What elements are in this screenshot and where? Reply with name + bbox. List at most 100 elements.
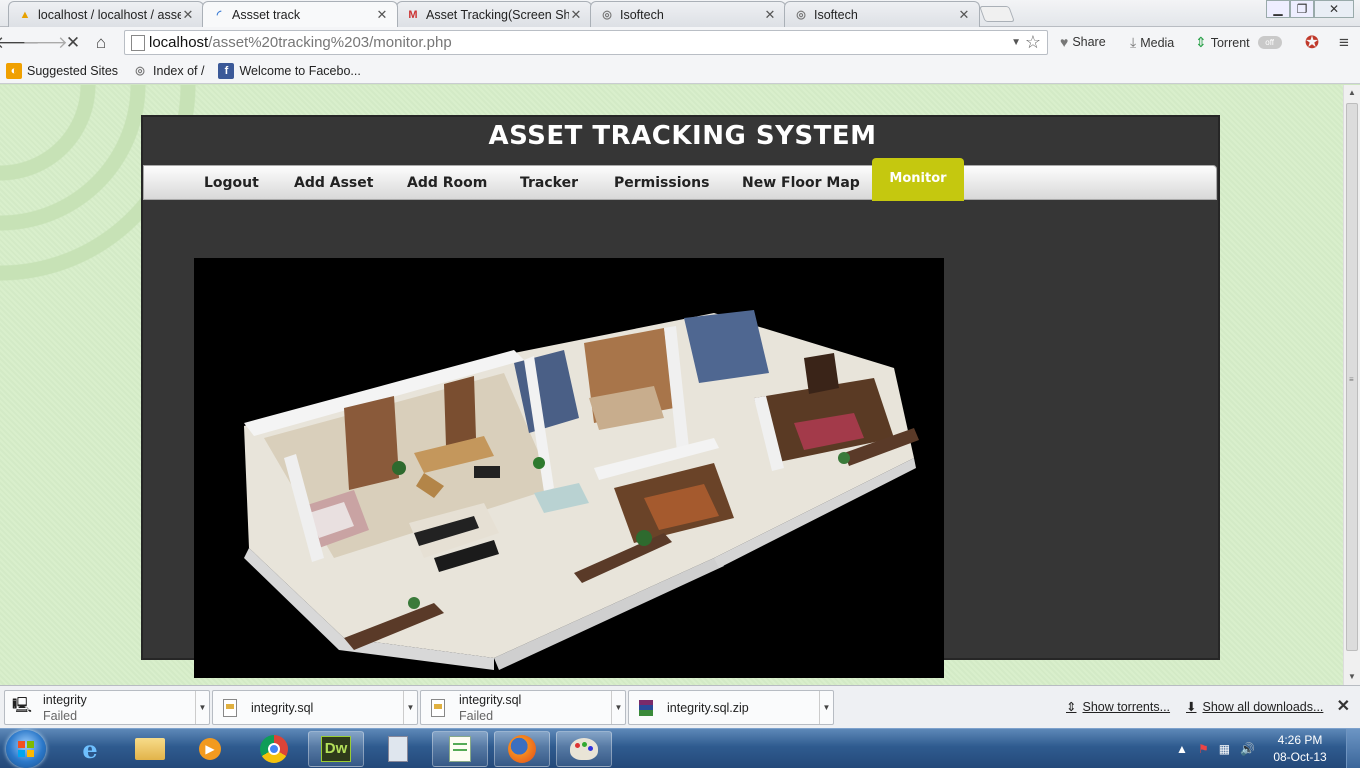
menu-tracker[interactable]: Tracker <box>520 175 578 191</box>
installer-icon: 🖳 <box>12 697 33 714</box>
firefox-icon[interactable] <box>494 731 550 767</box>
scroll-up-icon[interactable]: ▲ <box>1344 85 1360 101</box>
action-center-icon[interactable]: ⚑ <box>1198 742 1209 756</box>
minimize-icon[interactable]: ▁ <box>1266 0 1290 18</box>
media-button[interactable]: ⤓ Media <box>1130 34 1174 51</box>
close-tab-icon[interactable]: ✕ <box>375 7 389 23</box>
download-item[interactable]: 🖳 integrity Failed ▼ <box>4 690 210 725</box>
chrome-menu-icon[interactable]: ≡ <box>1330 29 1358 57</box>
windows-taskbar: e ▶ Dw ▲ ⚑ ▦ 🔊 4:26 PM 08-Oct-13 <box>0 728 1360 768</box>
clock-date: 08-Oct-13 <box>1273 750 1327 764</box>
download-status: Failed <box>43 708 78 723</box>
tab-isoftech-1[interactable]: ◎ Isoftech ✕ <box>590 1 786 27</box>
tab-gmail[interactable]: M Asset Tracking(Screen Sho ✕ <box>396 1 592 27</box>
show-all-downloads-link[interactable]: ⬇ Show all downloads... <box>1186 699 1324 715</box>
clock-time: 4:26 PM <box>1277 733 1323 747</box>
close-window-icon[interactable]: ✕ <box>1314 0 1354 18</box>
facebook-icon: f <box>218 62 235 79</box>
suggested-sites-icon: ◐ <box>6 62 22 79</box>
tray-expand-icon[interactable]: ▲ <box>1176 742 1188 756</box>
bookmark-suggested-sites[interactable]: ◐ Suggested Sites <box>6 62 118 79</box>
url-host: localhost <box>149 34 209 51</box>
page-scrollbar[interactable]: ▲ ≡ ▼ <box>1343 85 1360 685</box>
tab-title: Isoftech <box>814 7 858 22</box>
download-item[interactable]: integrity.sql ▼ <box>212 690 418 725</box>
menu-monitor[interactable]: Monitor <box>872 158 964 201</box>
page-icon <box>131 34 145 51</box>
chrome-icon[interactable] <box>246 731 302 767</box>
menu-permissions[interactable]: Permissions <box>614 175 709 191</box>
downloads-shelf: 🖳 integrity Failed ▼ integrity.sql ▼ int… <box>0 685 1360 728</box>
restore-icon[interactable]: ❐ <box>1290 0 1314 18</box>
tab-title: localhost / localhost / asse <box>38 7 181 22</box>
menu-logout[interactable]: Logout <box>204 175 259 191</box>
torrent-label: Torrent <box>1210 35 1250 50</box>
start-button[interactable] <box>6 730 46 768</box>
show-torrents-label: Show torrents... <box>1082 699 1171 714</box>
floor-plan-graphic <box>244 310 919 670</box>
show-torrents-link[interactable]: ⇕ Show torrents... <box>1066 699 1171 715</box>
close-tab-icon[interactable]: ✕ <box>957 7 971 23</box>
bookmark-label: Index of / <box>153 63 205 78</box>
torrent-icon: ⇕ <box>1195 34 1207 50</box>
sql-file-icon <box>429 698 447 718</box>
network-icon[interactable]: ▦ <box>1219 742 1230 756</box>
menu-add-room[interactable]: Add Room <box>407 175 487 191</box>
chevron-down-icon[interactable]: ▼ <box>403 691 417 724</box>
clock[interactable]: 4:26 PM 08-Oct-13 <box>1260 732 1340 766</box>
phpmyadmin-icon: ▲ <box>19 8 31 21</box>
scroll-down-icon[interactable]: ▼ <box>1344 669 1360 685</box>
download-item[interactable]: integrity.sql Failed ▼ <box>420 690 626 725</box>
tab-title: Assset track <box>232 7 301 22</box>
winrar-archive-icon <box>637 698 655 718</box>
home-icon[interactable]: ⌂ <box>87 29 115 57</box>
chevron-down-icon[interactable]: ▼ <box>611 691 625 724</box>
stop-loading-icon[interactable]: ✕ <box>59 29 87 57</box>
address-bar[interactable]: localhost/asset%20tracking%203/monitor.p… <box>124 30 1048 55</box>
tab-strip: ▲ localhost / localhost / asse ✕ ◜ Assse… <box>0 0 1360 27</box>
bookmark-facebook[interactable]: f Welcome to Facebo... <box>218 62 361 79</box>
close-tab-icon[interactable]: ✕ <box>569 7 583 23</box>
window-controls: ▁ ❐ ✕ <box>1266 0 1354 18</box>
volume-icon[interactable]: 🔊 <box>1240 742 1255 756</box>
tor-onion-icon: ◎ <box>796 9 806 21</box>
menu-add-asset[interactable]: Add Asset <box>294 175 373 191</box>
forward-arrow-icon[interactable]: 🡒 <box>22 29 68 57</box>
media-player-icon[interactable]: ▶ <box>182 731 238 767</box>
floor-map-image <box>194 258 944 678</box>
gmail-icon: M <box>408 8 418 21</box>
torrent-button[interactable]: ⇕ Torrent off <box>1195 34 1282 51</box>
system-tray: ▲ ⚑ ▦ 🔊 4:26 PM 08-Oct-13 <box>1171 729 1360 768</box>
notepad-icon[interactable] <box>432 731 488 767</box>
download-item[interactable]: integrity.sql.zip ▼ <box>628 690 834 725</box>
tab-phpmyadmin[interactable]: ▲ localhost / localhost / asse ✕ <box>8 1 204 27</box>
bookmarks-bar: ◐ Suggested Sites ◎ Index of / f Welcome… <box>0 58 1360 84</box>
paint-icon[interactable] <box>556 731 612 767</box>
show-desktop-button[interactable] <box>1346 729 1360 768</box>
close-tab-icon[interactable]: ✕ <box>181 7 195 23</box>
file-explorer-icon[interactable] <box>122 731 178 767</box>
url-dropdown-icon[interactable]: ▼ <box>1011 37 1021 48</box>
heart-icon: ♥ <box>1060 34 1069 50</box>
browser-toolbar: 🡐 🡒 ✕ ⌂ localhost/asset%20tracking%203/m… <box>0 27 1360 58</box>
chevron-down-icon[interactable]: ▼ <box>819 691 833 724</box>
chevron-down-icon[interactable]: ▼ <box>195 691 209 724</box>
tab-asset-track[interactable]: ◜ Assset track ✕ <box>202 1 398 27</box>
internet-explorer-icon[interactable]: e <box>62 731 118 767</box>
new-tab-button[interactable] <box>979 6 1015 22</box>
url-path: /asset%20tracking%203/monitor.php <box>208 34 452 51</box>
menu-new-floor-map[interactable]: New Floor Map <box>742 175 860 191</box>
share-button[interactable]: ♥ Share <box>1060 34 1106 50</box>
dreamweaver-icon[interactable]: Dw <box>308 731 364 767</box>
bookmark-index-of[interactable]: ◎ Index of / <box>132 63 204 79</box>
calculator-icon[interactable] <box>370 731 426 767</box>
close-shelf-icon[interactable]: ✕ <box>1337 696 1350 716</box>
site-title: ASSET TRACKING SYSTEM <box>488 121 877 151</box>
close-tab-icon[interactable]: ✕ <box>763 7 777 23</box>
extension-icon[interactable]: ✪ <box>1298 29 1326 57</box>
torrent-toggle[interactable]: off <box>1257 36 1282 49</box>
show-all-label: Show all downloads... <box>1202 699 1324 714</box>
tab-isoftech-2[interactable]: ◎ Isoftech ✕ <box>784 1 980 27</box>
download-name: integrity.sql <box>459 692 522 707</box>
bookmark-star-icon[interactable]: ☆ <box>1025 32 1041 53</box>
